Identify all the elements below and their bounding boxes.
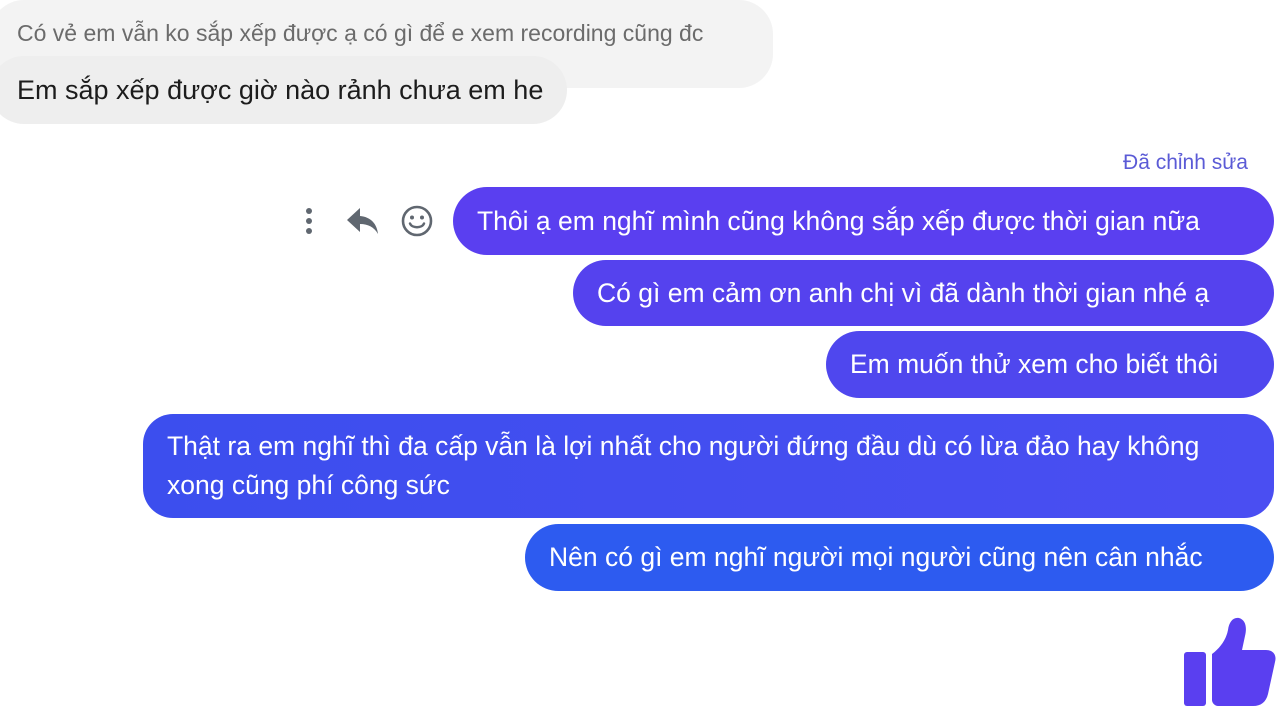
outgoing-message-text: Nên có gì em nghĩ người mọi người cũng n… [549, 542, 1203, 572]
emoji-icon[interactable] [396, 200, 438, 242]
outgoing-message-bubble[interactable]: Thôi ạ em nghĩ mình cũng không sắp xếp đ… [453, 187, 1274, 255]
incoming-message-bubble[interactable]: Em sắp xếp được giờ nào rảnh chưa em he [0, 56, 568, 124]
chat-thread: Có vẻ em vẫn ko sắp xếp được ạ có gì để … [0, 0, 1280, 714]
outgoing-message-bubble[interactable]: Em muốn thử xem cho biết thôi [826, 331, 1274, 398]
thumbs-up-icon [1184, 617, 1276, 706]
outgoing-message-text: Thôi ạ em nghĩ mình cũng không sắp xếp đ… [477, 205, 1200, 236]
outgoing-message-bubble[interactable]: Nên có gì em nghĩ người mọi người cũng n… [525, 524, 1274, 591]
outgoing-message-text: Em muốn thử xem cho biết thôi [850, 349, 1219, 379]
edited-label[interactable]: Đã chỉnh sửa [1123, 151, 1248, 175]
outgoing-message-bubble[interactable]: Có gì em cảm ơn anh chị vì đã dành thời … [573, 260, 1274, 326]
outgoing-message-text: Có gì em cảm ơn anh chị vì đã dành thời … [597, 277, 1210, 308]
incoming-message-text: Em sắp xếp được giờ nào rảnh chưa em he [17, 75, 544, 105]
outgoing-message-text: Thật ra em nghĩ thì đa cấp vẫn là lợi nh… [167, 431, 1200, 500]
message-actions [288, 200, 438, 242]
outgoing-message-bubble[interactable]: Thật ra em nghĩ thì đa cấp vẫn là lợi nh… [143, 414, 1274, 518]
more-vertical-icon[interactable] [288, 200, 330, 242]
reply-icon[interactable] [342, 200, 384, 242]
like-button[interactable] [1180, 614, 1280, 710]
reply-preview-text: Có vẻ em vẫn ko sắp xếp được ạ có gì để … [17, 20, 704, 46]
